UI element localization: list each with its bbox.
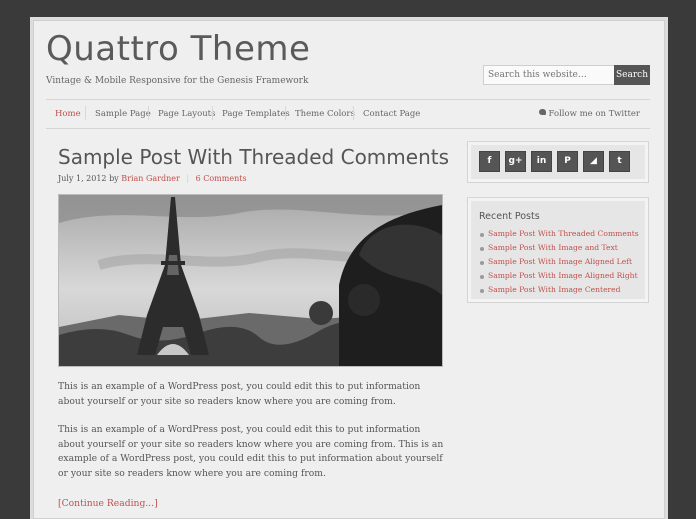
recent-post-link[interactable]: Sample Post With Image and Text <box>480 243 639 257</box>
page-container: Quattro Theme Vintage & Mobile Responsiv… <box>33 20 665 519</box>
post-meta: July 1, 2012 by Brian Gardner | 6 Commen… <box>58 174 247 183</box>
bullet-icon <box>480 233 484 237</box>
linkedin-icon[interactable]: in <box>531 151 552 172</box>
meta-divider: | <box>186 174 190 183</box>
facebook-icon[interactable]: f <box>479 151 500 172</box>
recent-post-link[interactable]: Sample Post With Threaded Comments <box>480 229 639 243</box>
post-title[interactable]: Sample Post With Threaded Comments <box>58 145 449 169</box>
post-paragraph-2: This is an example of a WordPress post, … <box>58 424 444 479</box>
bullet-icon <box>480 247 484 251</box>
nav-item-page-templates[interactable]: Page Templates <box>222 109 290 119</box>
site-title[interactable]: Quattro Theme <box>46 29 310 69</box>
search-input[interactable] <box>483 65 615 85</box>
recent-post-link[interactable]: Sample Post With Image Aligned Left <box>480 257 639 271</box>
recent-post-label: Sample Post With Threaded Comments <box>488 229 639 238</box>
eiffel-tower-image <box>59 195 442 366</box>
recent-posts-list: Sample Post With Threaded Comments Sampl… <box>480 229 639 299</box>
bullet-icon <box>480 275 484 279</box>
bullet-icon <box>480 261 484 265</box>
recent-post-label: Sample Post With Image Aligned Right <box>488 271 638 280</box>
nav-divider <box>148 106 149 120</box>
twitter-icon[interactable]: t <box>609 151 630 172</box>
nav-item-home[interactable]: Home <box>55 109 81 119</box>
search-button[interactable]: Search <box>614 65 650 85</box>
recent-posts-widget: Recent Posts Sample Post With Threaded C… <box>467 197 649 303</box>
rss-icon[interactable]: ◢ <box>583 151 604 172</box>
continue-reading-link[interactable]: [Continue Reading...] <box>58 498 158 509</box>
recent-post-link[interactable]: Sample Post With Image Centered <box>480 285 639 299</box>
recent-post-link[interactable]: Sample Post With Image Aligned Right <box>480 271 639 285</box>
twitter-follow-label: Follow me on Twitter <box>548 109 640 119</box>
recent-posts-title: Recent Posts <box>479 211 540 222</box>
nav-item-sample-page[interactable]: Sample Page <box>95 109 151 119</box>
nav-item-page-layouts[interactable]: Page Layouts <box>158 109 215 119</box>
post-paragraph-1: This is an example of a WordPress post, … <box>58 381 421 407</box>
nav-item-contact-page[interactable]: Contact Page <box>363 109 420 119</box>
twitter-follow-link[interactable]: Follow me on Twitter <box>538 109 640 119</box>
twitter-bird-icon <box>538 109 546 115</box>
nav-divider <box>353 106 354 120</box>
post-featured-image <box>58 194 443 367</box>
pinterest-icon[interactable]: P <box>557 151 578 172</box>
nav-divider <box>285 106 286 120</box>
post-author-link[interactable]: Brian Gardner <box>121 174 180 183</box>
bullet-icon <box>480 289 484 293</box>
recent-post-label: Sample Post With Image Aligned Left <box>488 257 633 266</box>
post-by: by <box>109 174 119 183</box>
google-plus-icon[interactable]: g+ <box>505 151 526 172</box>
post-date: July 1, 2012 <box>58 174 107 183</box>
post-comments-link[interactable]: 6 Comments <box>196 174 247 183</box>
recent-post-label: Sample Post With Image and Text <box>488 243 618 252</box>
recent-post-label: Sample Post With Image Centered <box>488 285 621 294</box>
nav-divider <box>212 106 213 120</box>
nav-divider <box>85 106 86 120</box>
social-icons-widget: f g+ in P ◢ t <box>467 141 649 183</box>
site-tagline: Vintage & Mobile Responsive for the Gene… <box>46 76 309 86</box>
main-navigation: Home Sample Page Page Layouts Page Templ… <box>46 99 650 129</box>
nav-item-theme-colors[interactable]: Theme Colors <box>295 109 355 119</box>
